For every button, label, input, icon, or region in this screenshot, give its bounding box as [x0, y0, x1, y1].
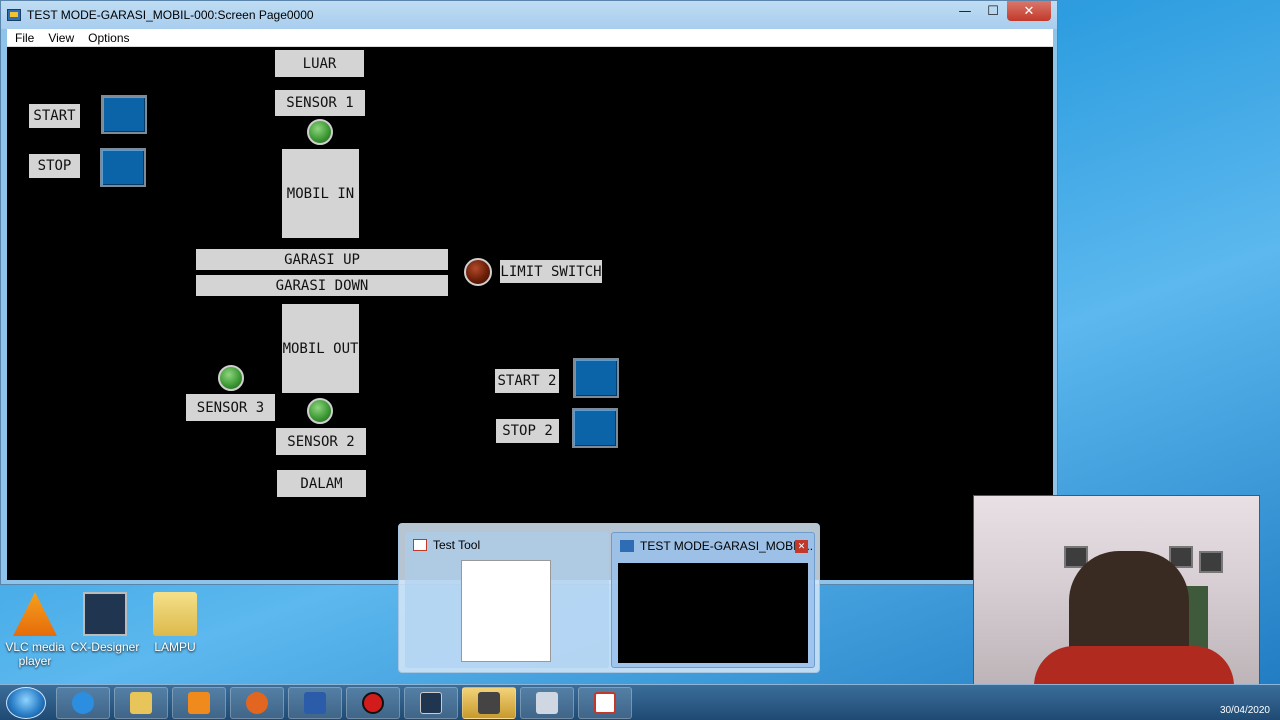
cx-programmer-icon[interactable]: [462, 687, 516, 719]
thumbnail-garasi-mobil[interactable]: TEST MODE-GARASI_MOBIL... ✕: [611, 532, 815, 668]
thumbnail-close-icon[interactable]: ✕: [795, 540, 808, 553]
desktop-icon-vlc[interactable]: VLC media player: [0, 592, 70, 668]
garasi-down-label: GARASI DOWN: [196, 275, 448, 296]
clock-date[interactable]: 30/04/2020: [1220, 705, 1270, 716]
title-bar[interactable]: TEST MODE-GARASI_MOBIL-000:Screen Page00…: [1, 1, 1057, 29]
webcam-overlay: [973, 495, 1260, 709]
app-icon: [7, 9, 21, 21]
internet-explorer-icon[interactable]: [56, 687, 110, 719]
firefox-icon[interactable]: [230, 687, 284, 719]
limit-switch-label: LIMIT SWITCH: [500, 260, 602, 283]
mobil-in-block: MOBIL IN: [282, 149, 359, 238]
file-explorer-icon[interactable]: [114, 687, 168, 719]
thumbnail-preview: [461, 560, 551, 662]
word-icon[interactable]: [288, 687, 342, 719]
start-orb-icon[interactable]: [6, 687, 46, 719]
desktop-icon-label: LAMPU: [154, 640, 196, 654]
taskbar-thumbnail-popup: Test Tool TEST MODE-GARASI_MOBIL... ✕: [398, 523, 820, 673]
close-button[interactable]: ✕: [1007, 1, 1051, 21]
start-label: START: [29, 104, 80, 128]
desktop-icon-cx-designer[interactable]: CX-Designer: [70, 592, 140, 654]
window-title: TEST MODE-GARASI_MOBIL-000:Screen Page00…: [27, 8, 314, 22]
desktop-icon-label: VLC media player: [5, 640, 65, 668]
menu-bar: File View Options: [7, 29, 1053, 47]
test-tool-icon[interactable]: [578, 687, 632, 719]
thumbnail-title: TEST MODE-GARASI_MOBIL...: [620, 539, 813, 553]
limit-switch-lamp-icon: [464, 258, 492, 286]
menu-file[interactable]: File: [15, 31, 34, 45]
stop-button[interactable]: [100, 148, 146, 187]
mobil-out-block: MOBIL OUT: [282, 304, 359, 393]
network-icon[interactable]: [520, 687, 574, 719]
sensor1-lamp-icon: [307, 119, 333, 145]
garasi-up-label: GARASI UP: [196, 249, 448, 270]
taskbar: 30/04/2020: [0, 684, 1280, 720]
start-button[interactable]: [101, 95, 147, 134]
wall-frame: [1199, 551, 1223, 573]
menu-view[interactable]: View: [48, 31, 74, 45]
cx-designer-icon: [83, 592, 127, 636]
start2-button[interactable]: [573, 358, 619, 398]
dalam-label: DALAM: [277, 470, 366, 497]
sensor3-lamp-icon: [218, 365, 244, 391]
minimize-button[interactable]: —: [951, 1, 979, 21]
hmi-screen: START STOP LUAR SENSOR 1 MOBIL IN GARASI…: [7, 47, 1053, 580]
window-controls: — ☐ ✕: [951, 1, 1051, 21]
stop2-label: STOP 2: [496, 419, 559, 443]
stop2-button[interactable]: [572, 408, 618, 448]
luar-label: LUAR: [275, 50, 364, 77]
folder-icon: [153, 592, 197, 636]
sensor3-label: SENSOR 3: [186, 394, 275, 421]
stop-label: STOP: [29, 154, 80, 178]
hmi-test-window: TEST MODE-GARASI_MOBIL-000:Screen Page00…: [0, 0, 1058, 585]
media-player-icon[interactable]: [172, 687, 226, 719]
app-icon: [620, 540, 634, 552]
record-icon[interactable]: [346, 687, 400, 719]
sensor2-label: SENSOR 2: [276, 428, 366, 455]
start2-label: START 2: [495, 369, 559, 393]
desktop-icon-label: CX-Designer: [70, 640, 140, 654]
vlc-icon: [13, 592, 57, 636]
thumbnail-test-tool[interactable]: Test Tool: [405, 532, 609, 668]
thumbnail-title: Test Tool: [413, 538, 480, 552]
menu-options[interactable]: Options: [88, 31, 129, 45]
desktop-icon-lampu[interactable]: LAMPU: [140, 592, 210, 654]
cx-designer-icon[interactable]: [404, 687, 458, 719]
maximize-button[interactable]: ☐: [979, 1, 1007, 21]
sensor1-label: SENSOR 1: [275, 90, 365, 116]
thumbnail-preview: [618, 563, 808, 663]
sensor2-lamp-icon: [307, 398, 333, 424]
test-tool-icon: [413, 539, 427, 551]
